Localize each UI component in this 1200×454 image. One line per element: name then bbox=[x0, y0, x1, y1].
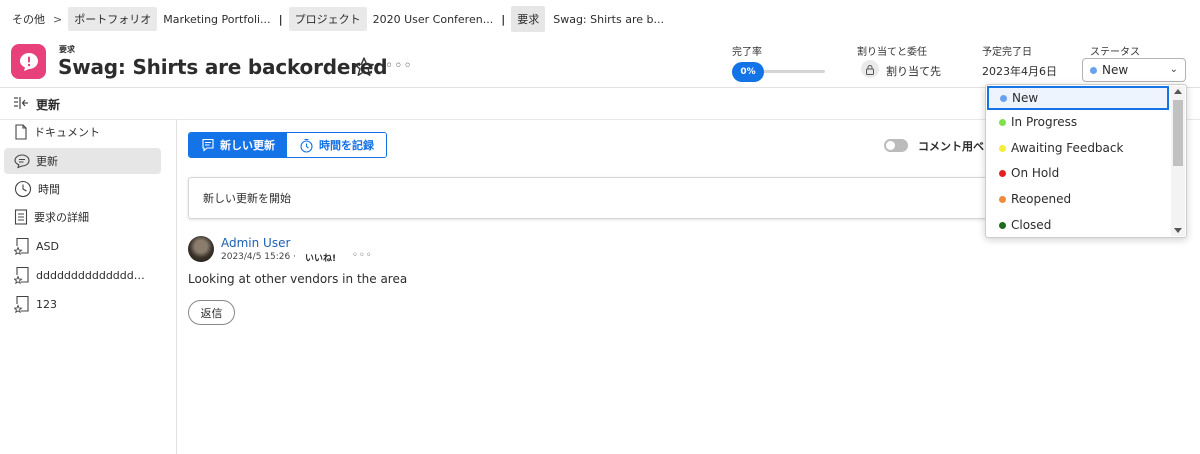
post-more-icon[interactable]: ◦◦◦ bbox=[352, 250, 373, 261]
page-title[interactable]: Swag: Shirts are backordered bbox=[58, 55, 388, 79]
status-option-on-hold[interactable]: On Hold bbox=[988, 161, 1170, 185]
comment-icon bbox=[14, 154, 30, 169]
status-dot bbox=[999, 195, 1006, 203]
breadcrumb-project-link[interactable]: 2020 User Conferen... bbox=[369, 13, 498, 26]
status-label: ステータス bbox=[1090, 47, 1140, 58]
due-date-label: 予定完了日 bbox=[982, 47, 1032, 58]
details-icon bbox=[14, 209, 28, 225]
status-dot bbox=[999, 118, 1006, 126]
object-type-label: 要求 bbox=[59, 45, 75, 54]
assign-label: 割り当てと委任 bbox=[857, 47, 927, 58]
post-text: Looking at other vendors in the area bbox=[188, 272, 408, 286]
breadcrumb-separator: | bbox=[501, 12, 506, 26]
sidebar-item-label: ASD bbox=[36, 239, 59, 253]
breadcrumb-project-chip: プロジェクト bbox=[288, 7, 367, 31]
status-dot bbox=[999, 144, 1006, 152]
sidebar-item-label: 時間 bbox=[38, 183, 60, 196]
scroll-thumb[interactable] bbox=[1173, 100, 1183, 166]
scroll-up-icon[interactable] bbox=[1174, 89, 1182, 94]
sidebar-item-label: dddddddddddddd… bbox=[36, 268, 145, 282]
status-dot bbox=[1000, 94, 1007, 102]
custom-section-icon bbox=[14, 237, 29, 255]
alert-bubble-icon bbox=[19, 52, 38, 71]
status-option-label: Closed bbox=[1011, 218, 1052, 232]
sidebar-item-ddd[interactable]: dddddddddddddd… bbox=[4, 262, 161, 288]
like-button[interactable]: いいね! bbox=[305, 251, 336, 264]
status-option-awaiting-feedback[interactable]: Awaiting Feedback bbox=[988, 136, 1170, 160]
more-options-icon[interactable]: ◦◦◦ bbox=[385, 58, 413, 74]
new-update-input[interactable]: 新しい更新を開始 bbox=[188, 177, 988, 219]
status-dot bbox=[999, 169, 1006, 177]
completion-pill[interactable]: 0% bbox=[732, 62, 764, 82]
scroll-down-icon[interactable] bbox=[1174, 228, 1182, 233]
status-dropdown: New In Progress Awaiting Feedback On Hol… bbox=[985, 84, 1187, 238]
panel-title: 更新 bbox=[36, 98, 61, 112]
stopwatch-icon bbox=[300, 138, 313, 153]
custom-section-icon bbox=[14, 295, 29, 313]
breadcrumb: その他 > ポートフォリオ Marketing Portfoli... | プロ… bbox=[8, 6, 668, 32]
status-option-label: In Progress bbox=[1011, 115, 1078, 129]
progress-track bbox=[760, 70, 825, 73]
tab-new-update-label: 新しい更新 bbox=[220, 139, 275, 152]
status-option-closed[interactable]: Closed bbox=[988, 213, 1170, 237]
sidebar-item-label: 要求の詳細 bbox=[34, 211, 89, 224]
status-option-label: On Hold bbox=[1011, 166, 1060, 180]
comment-toggle[interactable] bbox=[884, 139, 908, 152]
user-lock-icon[interactable] bbox=[861, 60, 879, 78]
breadcrumb-chevron: > bbox=[53, 12, 63, 26]
tab-log-time-label: 時間を記録 bbox=[319, 139, 374, 152]
update-mode-tabs: 新しい更新 時間を記録 bbox=[188, 132, 387, 158]
status-option-reopened[interactable]: Reopened bbox=[988, 187, 1170, 211]
chevron-down-icon: ⌄ bbox=[1169, 64, 1178, 75]
status-option-new[interactable]: New bbox=[987, 86, 1169, 110]
status-dot bbox=[1090, 66, 1097, 74]
comment-toggle-label: コメント用ベ bbox=[918, 140, 984, 153]
status-select[interactable]: New ⌄ bbox=[1082, 58, 1186, 82]
collapse-panel-icon[interactable] bbox=[13, 96, 29, 110]
status-value: New bbox=[1102, 63, 1129, 77]
status-option-label: Reopened bbox=[1011, 192, 1072, 206]
sidebar-item-label: 更新 bbox=[36, 155, 58, 168]
breadcrumb-request-chip: 要求 bbox=[511, 6, 546, 32]
status-option-in-progress[interactable]: In Progress bbox=[988, 110, 1170, 134]
due-date-field[interactable]: 2023年4月6日 bbox=[982, 63, 1057, 79]
breadcrumb-separator: | bbox=[278, 12, 283, 26]
document-icon bbox=[15, 124, 27, 140]
sidebar-item-request-details[interactable]: 要求の詳細 bbox=[4, 204, 161, 230]
request-type-icon bbox=[11, 44, 46, 79]
sidebar-item-time[interactable]: 時間 bbox=[4, 176, 161, 202]
assignee-field[interactable]: 割り当て先 bbox=[886, 63, 941, 79]
sidebar-item-asd[interactable]: ASD bbox=[4, 233, 161, 259]
post-author[interactable]: Admin User bbox=[221, 236, 290, 250]
clock-icon bbox=[14, 180, 32, 198]
completion-label: 完了率 bbox=[732, 47, 762, 58]
sidebar-item-123[interactable]: 123 bbox=[4, 291, 161, 317]
reply-button[interactable]: 返信 bbox=[188, 300, 235, 325]
tab-log-time[interactable]: 時間を記録 bbox=[287, 133, 386, 157]
sidebar-item-documents[interactable]: ドキュメント bbox=[4, 119, 161, 145]
status-option-label: New bbox=[1012, 91, 1039, 105]
breadcrumb-request-current: Swag: Shirts are b... bbox=[553, 12, 664, 26]
dropdown-scrollbar[interactable] bbox=[1171, 86, 1185, 236]
tab-new-update[interactable]: 新しい更新 bbox=[189, 133, 287, 157]
status-option-label: Awaiting Feedback bbox=[1011, 141, 1124, 155]
breadcrumb-others[interactable]: その他 bbox=[8, 11, 49, 27]
sidebar: ドキュメント 更新 時間 要求の詳細 ASD dddddddddddddd… 1… bbox=[0, 119, 177, 454]
status-dot bbox=[999, 221, 1006, 229]
sidebar-item-label: 123 bbox=[36, 297, 57, 311]
sidebar-item-label: ドキュメント bbox=[34, 126, 100, 139]
comment-icon bbox=[202, 138, 214, 152]
sidebar-item-updates[interactable]: 更新 bbox=[4, 148, 161, 174]
breadcrumb-portfolio-chip: ポートフォリオ bbox=[68, 7, 158, 31]
avatar[interactable] bbox=[188, 236, 214, 262]
star-icon[interactable] bbox=[353, 56, 375, 78]
breadcrumb-portfolio-link[interactable]: Marketing Portfoli... bbox=[159, 13, 274, 26]
custom-section-icon bbox=[14, 266, 29, 284]
post-timestamp: 2023/4/5 15:26 · bbox=[221, 252, 296, 262]
